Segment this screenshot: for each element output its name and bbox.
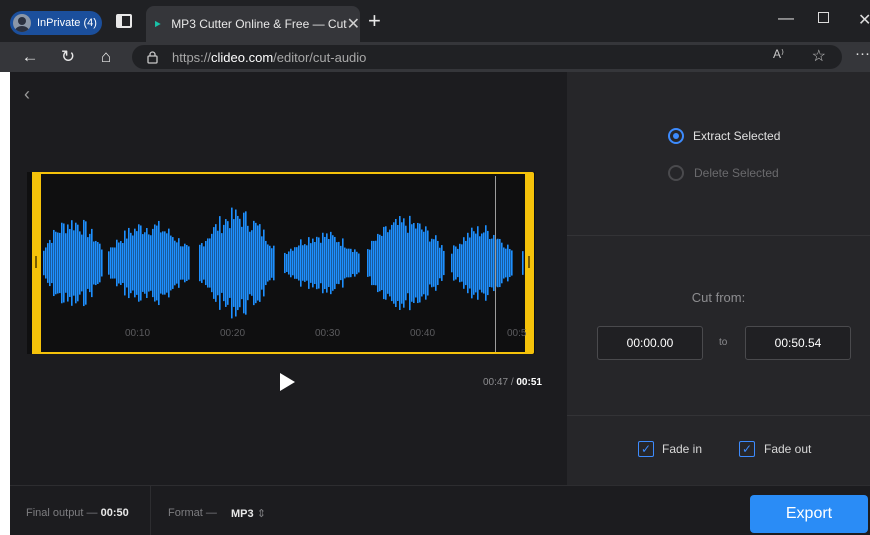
tab-actions-icon[interactable] bbox=[116, 14, 132, 28]
panel-divider bbox=[567, 415, 870, 416]
total-time: 00:51 bbox=[516, 377, 542, 388]
fade-in-checkbox[interactable]: ✓ bbox=[638, 441, 654, 457]
final-output: Final output — 00:50 bbox=[26, 507, 129, 519]
selection-end-handle[interactable] bbox=[525, 172, 534, 354]
fade-in-label[interactable]: Fade in bbox=[662, 442, 702, 456]
back-chevron-icon[interactable]: ‹ bbox=[24, 84, 30, 105]
inprivate-label: InPrivate (4) bbox=[37, 17, 97, 29]
timeline-tick: 00:10 bbox=[125, 328, 151, 339]
to-label: to bbox=[719, 337, 728, 348]
time-separator: / bbox=[510, 377, 514, 388]
cut-options-panel: Extract Selected Delete Selected Cut fro… bbox=[567, 72, 870, 485]
clideo-play-icon bbox=[155, 20, 161, 28]
close-window-icon[interactable]: ✕ bbox=[858, 10, 870, 30]
export-button[interactable]: Export bbox=[750, 495, 868, 533]
read-aloud-icon[interactable]: A⁾ bbox=[773, 47, 784, 61]
cut-end-field[interactable]: 00:50.54 bbox=[745, 326, 851, 360]
playback-time: 00:47 / 00:51 bbox=[483, 377, 542, 388]
timeline-tick: 00:40 bbox=[410, 328, 436, 339]
active-tab[interactable]: MP3 Cutter Online & Free — Cut ✕ bbox=[146, 6, 360, 42]
lock-icon bbox=[147, 50, 158, 64]
clideo-app: ‹ 00:10 00:20 00:30 00:40 00:5 00:47 / 0… bbox=[10, 72, 870, 535]
current-time: 00:47 bbox=[483, 377, 509, 388]
playhead[interactable] bbox=[495, 176, 496, 352]
minimize-icon[interactable]: — bbox=[778, 10, 794, 28]
audio-editor: ‹ 00:10 00:20 00:30 00:40 00:5 00:47 / 0… bbox=[10, 72, 567, 485]
panel-divider bbox=[567, 235, 870, 236]
favorite-star-icon[interactable]: ☆ bbox=[812, 46, 826, 66]
profile-avatar-icon bbox=[13, 14, 31, 32]
cut-from-label: Cut from: bbox=[691, 290, 746, 305]
editor-footer: Final output — 00:50 Format — MP3 ⇕ Expo… bbox=[10, 485, 870, 535]
timeline-tick: 00:5 bbox=[507, 328, 527, 339]
timeline-tick: 00:30 bbox=[315, 328, 341, 339]
more-menu-icon[interactable]: ··· bbox=[855, 45, 870, 62]
maximize-icon[interactable] bbox=[818, 12, 829, 23]
browser-tab-bar: InPrivate (4) MP3 Cutter Online & Free —… bbox=[0, 0, 870, 42]
new-tab-icon[interactable]: + bbox=[368, 10, 381, 32]
timeline-tick: 00:20 bbox=[220, 328, 246, 339]
fade-out-checkbox[interactable]: ✓ bbox=[739, 441, 755, 457]
footer-divider bbox=[150, 486, 151, 535]
fade-out-label[interactable]: Fade out bbox=[764, 442, 811, 456]
home-icon[interactable]: ⌂ bbox=[96, 47, 116, 67]
sort-arrows-icon: ⇕ bbox=[256, 508, 266, 520]
selection-start-handle[interactable] bbox=[32, 172, 41, 354]
back-arrow-icon[interactable]: ← bbox=[20, 47, 40, 67]
close-tab-icon[interactable]: ✕ bbox=[347, 14, 360, 34]
url-text: https://clideo.com/editor/cut-audio bbox=[172, 49, 367, 65]
browser-nav-bar: ← ↻ ⌂ https://clideo.com/editor/cut-audi… bbox=[0, 42, 870, 72]
extract-selected-label[interactable]: Extract Selected bbox=[693, 129, 780, 143]
delete-selected-label[interactable]: Delete Selected bbox=[694, 166, 779, 180]
format-select[interactable]: MP3 ⇕ bbox=[231, 507, 266, 520]
address-bar[interactable]: https://clideo.com/editor/cut-audio A⁾ ☆ bbox=[132, 45, 842, 69]
inprivate-badge[interactable]: InPrivate (4) bbox=[10, 11, 102, 35]
extract-selected-radio[interactable] bbox=[668, 128, 684, 144]
format-label: Format — bbox=[168, 507, 217, 519]
cut-start-field[interactable]: 00:00.00 bbox=[597, 326, 703, 360]
selection-frame bbox=[32, 172, 532, 354]
play-icon[interactable] bbox=[280, 373, 295, 391]
tab-title: MP3 Cutter Online & Free — Cut bbox=[171, 17, 347, 31]
delete-selected-radio[interactable] bbox=[668, 165, 684, 181]
refresh-icon[interactable]: ↻ bbox=[58, 47, 78, 67]
